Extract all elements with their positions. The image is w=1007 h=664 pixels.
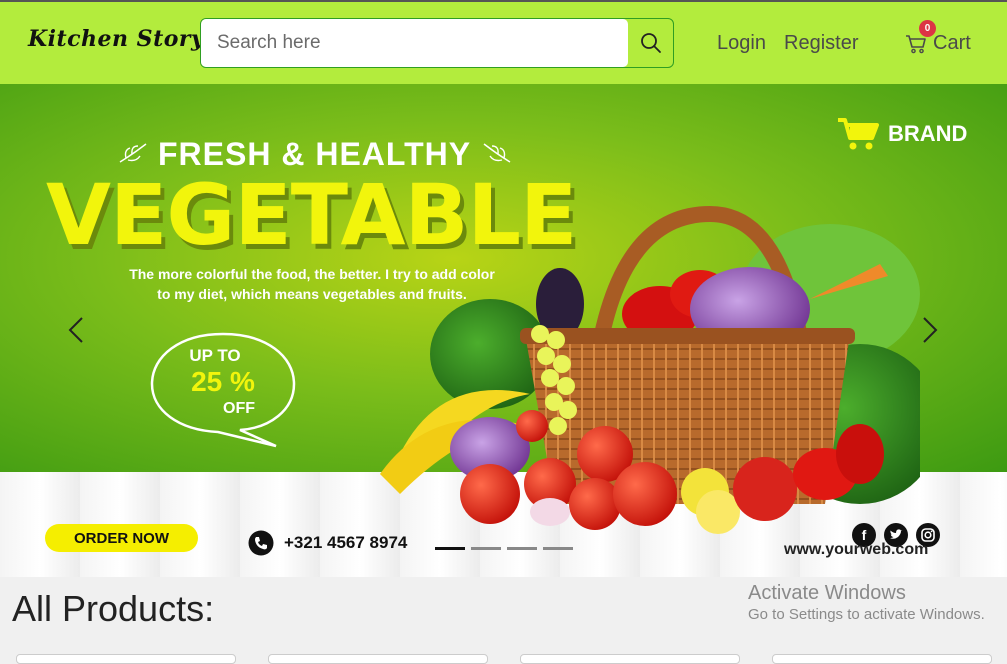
search-input[interactable] [201, 19, 628, 67]
brand-badge: BRAND [836, 116, 967, 152]
cart-link[interactable]: 0 Cart [905, 20, 971, 55]
login-link[interactable]: Login [717, 32, 766, 55]
brand-logo-text[interactable]: Kitchen Story [28, 26, 204, 52]
carousel-indicators [435, 547, 573, 550]
vegetable-basket-image [380, 205, 920, 534]
leaf-sprig-left-icon [119, 143, 147, 163]
order-now-button[interactable]: ORDER NOW [45, 524, 198, 552]
brand-badge-text: BRAND [888, 121, 968, 146]
website-url: www.yourweb.com [784, 541, 929, 558]
offer-bubble: UP TO 25 % OFF [148, 330, 298, 450]
offer-line-3: OFF [223, 400, 255, 417]
section-heading: All Products: [12, 588, 215, 629]
search-icon [640, 33, 661, 53]
carousel-indicator-1[interactable] [435, 547, 465, 550]
carousel-indicator-3[interactable] [507, 547, 537, 550]
hero-carousel: FRESH & HEALTHY VEGETABLE The more color… [0, 84, 1007, 577]
carousel-indicator-2[interactable] [471, 547, 501, 550]
register-link[interactable]: Register [784, 32, 858, 55]
cart-count-badge: 0 [919, 20, 936, 37]
chevron-left-icon [68, 317, 83, 343]
phone-number: +321 4567 8974 [284, 533, 408, 552]
product-card[interactable] [16, 654, 236, 664]
activate-windows-title: Activate Windows [748, 582, 906, 604]
carousel-prev-button[interactable] [66, 316, 86, 349]
search-bar [200, 18, 674, 68]
phone-icon [248, 530, 274, 556]
activate-windows-subtitle: Go to Settings to activate Windows. [748, 606, 985, 623]
carousel-indicator-4[interactable] [543, 547, 573, 550]
offer-line-2: 25 % [191, 366, 255, 397]
product-card[interactable] [268, 654, 488, 664]
leaf-sprig-right-icon [483, 143, 511, 163]
phone-contact: +321 4567 8974 [248, 530, 407, 556]
product-card[interactable] [772, 654, 992, 664]
carousel-next-button[interactable] [920, 316, 940, 349]
navbar: Kitchen Story Login Register 0 Cart [0, 2, 1007, 84]
search-button[interactable] [628, 19, 673, 67]
cart-label: Cart [933, 32, 971, 54]
shopping-cart-logo-icon [838, 118, 879, 150]
offer-line-1: UP TO [189, 346, 241, 365]
chevron-right-icon [923, 317, 938, 343]
product-card[interactable] [520, 654, 740, 664]
